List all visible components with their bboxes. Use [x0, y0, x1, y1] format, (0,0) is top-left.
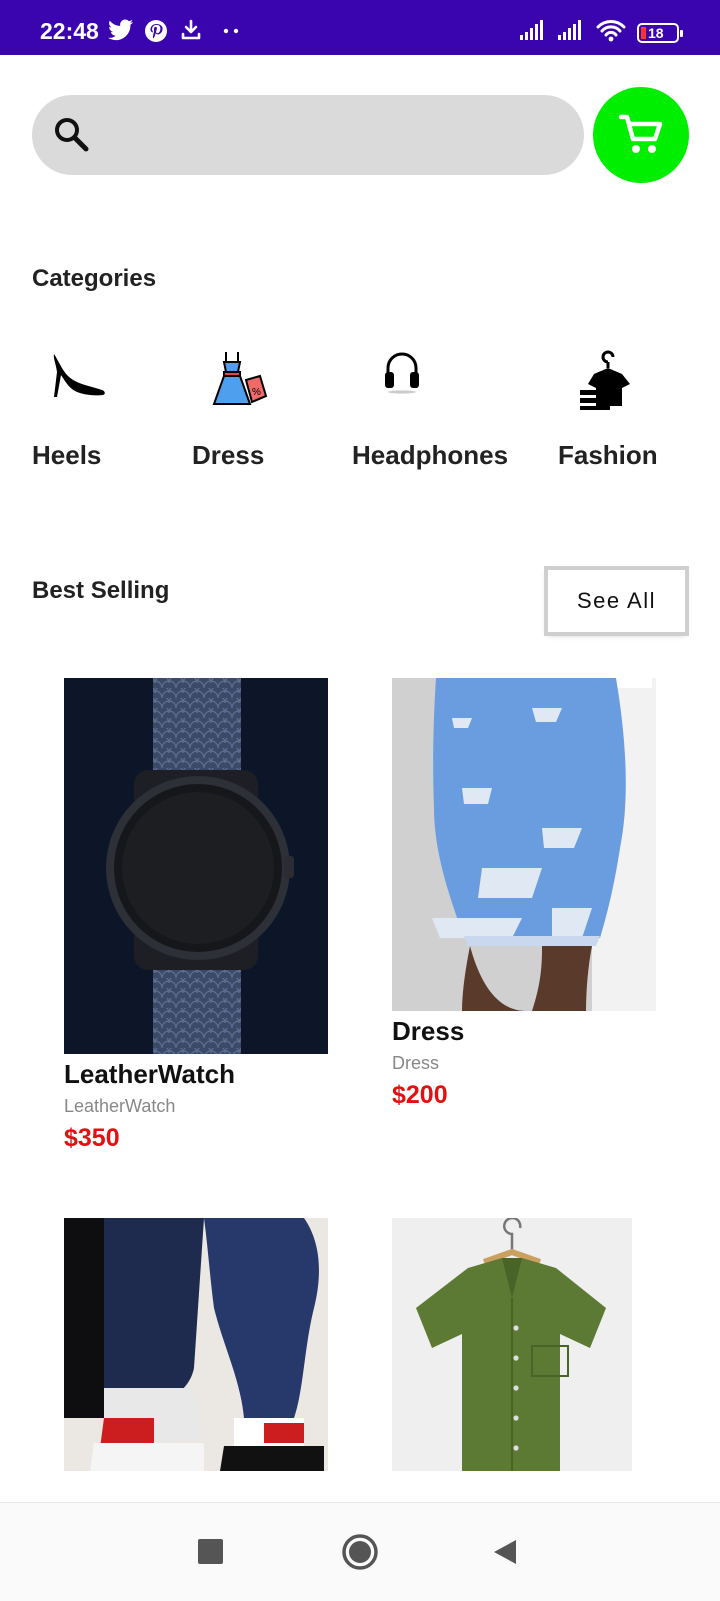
best-selling-title: Best Selling [32, 577, 170, 604]
system-nav-bar [0, 1502, 720, 1601]
product-name: Dress [392, 1016, 465, 1046]
battery-fill [641, 27, 646, 39]
back-triangle-icon[interactable] [492, 1538, 518, 1566]
product-name: LeatherWatch [64, 1059, 235, 1089]
product-price: $350 [64, 1124, 120, 1152]
dress-image [392, 678, 656, 1011]
cart-button[interactable] [593, 87, 689, 183]
product-image[interactable] [64, 1218, 328, 1471]
category-label: Headphones [352, 440, 509, 470]
shirt-image [392, 1218, 632, 1471]
shopping-cart-icon [618, 114, 663, 153]
product-card-dress[interactable]: Dress Dress $200 [392, 678, 656, 1118]
category-label: Fashion [558, 440, 658, 470]
svg-text:%: % [252, 387, 261, 398]
twitter-icon [108, 19, 133, 41]
category-label: Dress [192, 440, 265, 470]
search-icon[interactable] [52, 115, 90, 153]
product-subtitle: LeatherWatch [64, 1096, 176, 1116]
wifi-icon [596, 20, 626, 42]
jeans-image [64, 1218, 328, 1471]
product-image[interactable] [64, 678, 328, 1054]
product-card-shirt[interactable] [392, 1218, 632, 1471]
see-all-button[interactable]: See All [548, 570, 685, 632]
search-input[interactable] [104, 115, 568, 157]
pinterest-icon [145, 20, 167, 42]
dress-icon: % [212, 352, 268, 405]
signal-icon [520, 20, 543, 40]
watch-image [106, 678, 294, 1054]
product-card-jeans[interactable] [64, 1218, 328, 1471]
heels-icon [53, 354, 105, 397]
recents-square-icon[interactable] [198, 1539, 223, 1564]
headphones-icon [385, 352, 419, 394]
home-circle-icon[interactable] [341, 1533, 379, 1571]
product-image[interactable] [392, 1218, 632, 1471]
download-icon [181, 19, 201, 40]
status-bar: 22:48 18 [0, 0, 720, 55]
product-subtitle: Dress [392, 1053, 440, 1073]
product-image[interactable] [392, 678, 656, 1011]
search-bar[interactable] [32, 95, 584, 175]
status-time: 22:48 [40, 18, 99, 44]
fashion-icon [580, 350, 630, 410]
battery-icon: 18 [637, 23, 683, 43]
signal-icon [558, 20, 581, 40]
product-card-leatherwatch[interactable]: LeatherWatch LeatherWatch $350 [64, 678, 328, 1158]
more-dots-icon [223, 28, 239, 34]
category-label: Heels [32, 440, 102, 470]
product-price: $200 [392, 1081, 448, 1109]
battery-level: 18 [648, 25, 664, 41]
categories-title: Categories [32, 265, 157, 292]
